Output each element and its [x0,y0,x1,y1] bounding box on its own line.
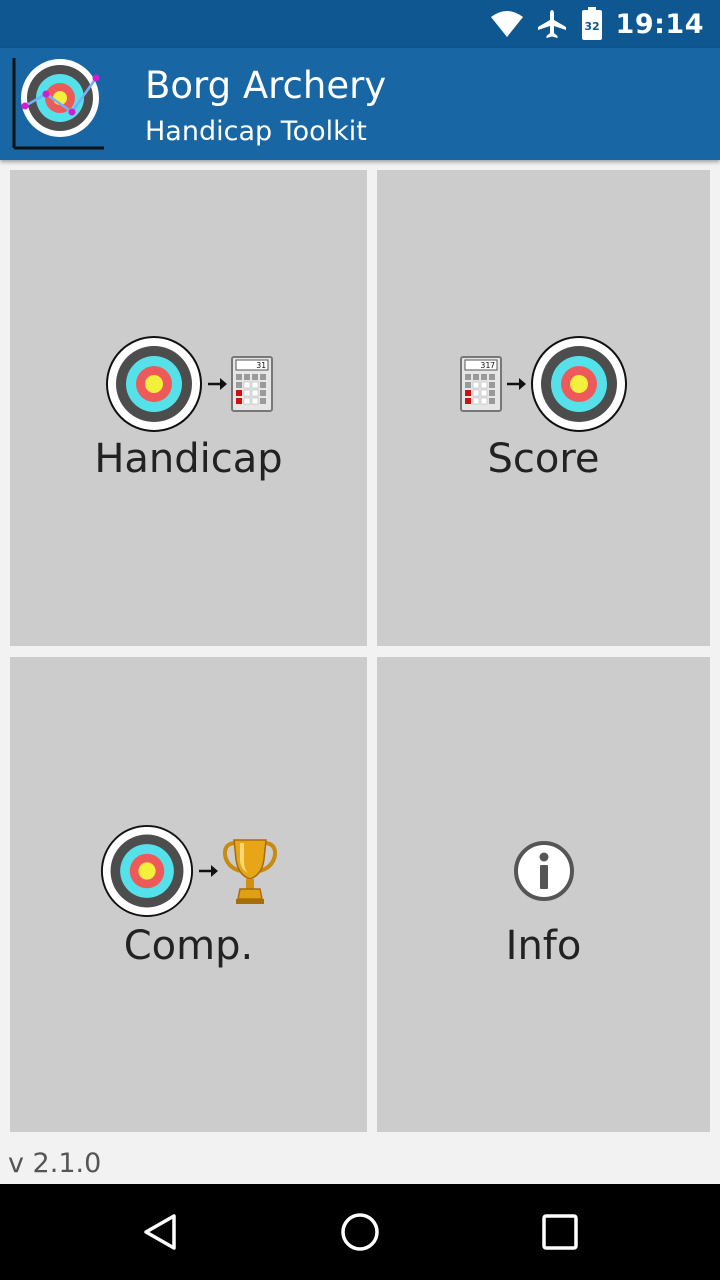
recents-icon[interactable] [534,1206,586,1258]
navigation-bar [0,1184,720,1280]
status-clock: 19:14 [615,8,704,40]
info-label: Info [505,922,582,969]
target-icon [100,824,193,917]
status-bar: 32 19:14 [0,0,720,48]
score-label: Score [487,436,600,482]
home-icon[interactable] [334,1206,386,1258]
back-icon[interactable] [134,1206,186,1258]
version-text: v 2.1.0 [8,1148,102,1179]
calculator-to-target-icon: 317 [459,334,628,434]
battery-level-text: 32 [584,20,599,33]
target-to-calculator-icon: 31 [105,334,273,434]
handicap-label: Handicap [94,436,283,482]
comp-label: Comp. [123,922,254,969]
app-logo-icon [12,58,104,150]
calculator-icon: 317 [459,356,502,412]
trophy-icon [222,838,277,904]
info-icon [513,840,574,901]
app-subtitle: Handicap Toolkit [145,116,367,147]
battery-icon: 32 [581,7,602,40]
app-title: Borg Archery [145,64,387,107]
arrow-right-icon [198,864,218,877]
airplane-mode-icon [537,10,566,38]
target-icon [530,336,627,432]
info-icon-wrap [512,821,576,921]
arrow-right-icon [207,378,227,390]
calculator-display: 317 [480,361,495,370]
status-icons: 32 19:14 [490,0,704,48]
score-tile[interactable]: 317 Score [377,170,710,646]
wifi-icon [490,11,523,37]
handicap-tile[interactable]: 31 Handicap [10,170,367,646]
app-bar: Borg Archery Handicap Toolkit [0,48,720,160]
arrow-right-icon [506,378,526,390]
info-tile[interactable]: Info [377,657,710,1132]
calculator-display: 31 [256,361,266,370]
comp-tile[interactable]: Comp. [10,657,367,1132]
target-to-trophy-icon [100,821,278,921]
calculator-icon: 31 [230,356,273,412]
target-icon [105,336,202,432]
